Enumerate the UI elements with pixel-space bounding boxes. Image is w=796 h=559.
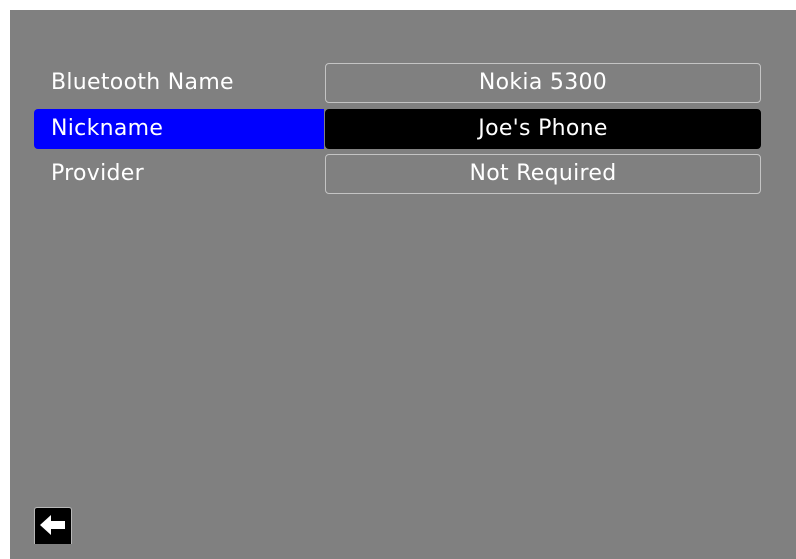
left-arrow-icon (40, 515, 65, 535)
provider-label: Provider (51, 161, 144, 186)
bluetooth-name-value[interactable]: Nokia 5300 (325, 63, 761, 103)
bluetooth-name-label: Bluetooth Name (51, 70, 234, 95)
settings-row-nickname[interactable]: Nickname Joe's Phone (34, 109, 761, 149)
provider-value[interactable]: Not Required (325, 154, 761, 194)
settings-row-bluetooth-name[interactable]: Bluetooth Name Nokia 5300 (34, 63, 761, 103)
nickname-value[interactable]: Joe's Phone (325, 109, 761, 149)
settings-screen: Bluetooth Name Nokia 5300 Nickname Joe's… (10, 10, 796, 559)
nickname-label: Nickname (34, 109, 324, 149)
settings-row-provider[interactable]: Provider Not Required (34, 154, 761, 194)
back-button[interactable] (34, 507, 72, 544)
